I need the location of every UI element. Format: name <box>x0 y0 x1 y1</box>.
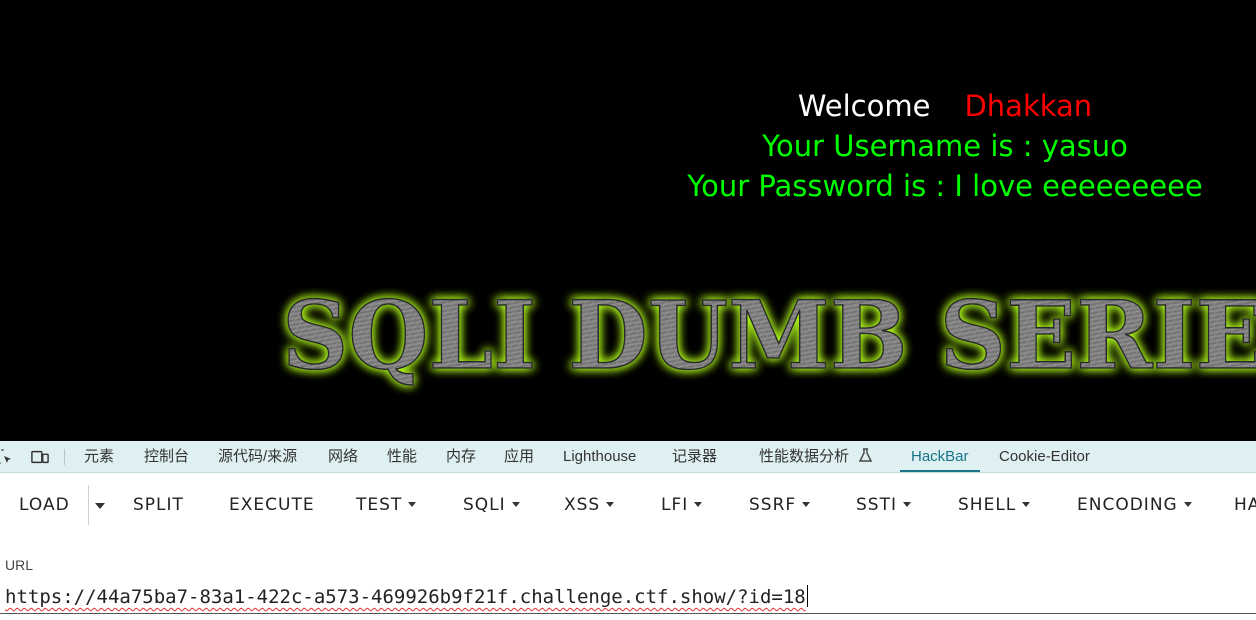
flask-icon <box>859 448 873 462</box>
load-dropdown-icon[interactable] <box>95 503 105 509</box>
load-divider <box>88 485 89 525</box>
caret-down-icon <box>408 502 417 507</box>
lfi-menu-button[interactable]: LFI <box>661 493 703 517</box>
ssti-menu-button[interactable]: SSTI <box>856 493 911 517</box>
tab-performance-insights-label: 性能数据分析 <box>759 448 850 465</box>
ssrf-menu-button[interactable]: SSRF <box>749 493 811 517</box>
tab-console[interactable]: 控制台 <box>144 441 189 472</box>
url-input[interactable]: https://44a75ba7-83a1-422c-a573-469926b9… <box>0 578 1256 614</box>
caret-down-icon <box>1183 502 1192 507</box>
sqli-menu-label: SQLI <box>463 495 506 515</box>
test-menu-label: TEST <box>356 495 403 515</box>
tab-network[interactable]: 网络 <box>328 441 358 472</box>
username-result: Your Username is : yasuo <box>762 129 1128 163</box>
caret-down-icon <box>694 502 703 507</box>
url-value: https://44a75ba7-83a1-422c-a573-469926b9… <box>5 586 806 608</box>
tab-recorder[interactable]: 记录器 <box>672 441 717 472</box>
devtools-separator <box>64 449 65 465</box>
encoding-menu-label: ENCODING <box>1077 495 1178 515</box>
inspect-element-icon[interactable] <box>0 448 14 466</box>
split-button[interactable]: SPLIT <box>133 493 184 517</box>
device-toolbar-icon[interactable] <box>31 448 49 466</box>
execute-button[interactable]: EXECUTE <box>229 493 315 517</box>
password-result: Your Password is : I love eeeeeeeee <box>687 169 1203 203</box>
tab-elements[interactable]: 元素 <box>84 441 114 472</box>
xss-menu-button[interactable]: XSS <box>564 493 615 517</box>
tab-hackbar[interactable]: HackBar <box>900 441 980 472</box>
encoding-menu-button[interactable]: ENCODING <box>1077 493 1192 517</box>
hashing-menu-button[interactable]: HA <box>1234 493 1256 517</box>
sqli-menu-button[interactable]: SQLI <box>463 493 520 517</box>
load-button[interactable]: LOAD <box>19 493 70 517</box>
sqli-dumb-series-banner: SQLI DUMB SERIES <box>281 280 1256 392</box>
caret-down-icon <box>802 502 811 507</box>
welcome-name: Dhakkan <box>964 89 1093 123</box>
welcome-line: Welcome Dhakkan <box>615 86 1256 126</box>
ssrf-menu-label: SSRF <box>749 495 797 515</box>
caret-down-icon <box>902 502 911 507</box>
hackbar-toolbar: LOAD SPLIT EXECUTE TEST SQLI XSS LFI SSR… <box>0 473 1256 537</box>
url-label: URL <box>5 557 34 573</box>
lfi-menu-label: LFI <box>661 495 689 515</box>
test-menu-button[interactable]: TEST <box>356 493 417 517</box>
tab-memory[interactable]: 内存 <box>446 441 476 472</box>
caret-down-icon <box>511 502 520 507</box>
tab-performance[interactable]: 性能 <box>387 441 417 472</box>
tab-sources[interactable]: 源代码/来源 <box>218 441 297 472</box>
web-page-viewport: Welcome Dhakkan Your Username is : yasuo … <box>0 0 1256 441</box>
text-cursor <box>806 585 808 607</box>
screen: Welcome Dhakkan Your Username is : yasuo … <box>0 0 1256 620</box>
tab-application[interactable]: 应用 <box>504 441 534 472</box>
tab-cookie-editor[interactable]: Cookie-Editor <box>999 441 1090 472</box>
tab-lighthouse[interactable]: Lighthouse <box>563 441 636 472</box>
welcome-text: Welcome <box>797 89 931 123</box>
tab-performance-insights[interactable]: 性能数据分析 <box>759 441 873 472</box>
caret-down-icon <box>606 502 615 507</box>
shell-menu-button[interactable]: SHELL <box>958 493 1031 517</box>
banner-text: SQLI DUMB SERIES <box>282 281 1256 391</box>
devtools-tab-bar: 元素 控制台 源代码/来源 网络 性能 内存 应用 Lighthouse 记录器… <box>0 441 1256 473</box>
ssti-menu-label: SSTI <box>856 495 897 515</box>
shell-menu-label: SHELL <box>958 495 1017 515</box>
xss-menu-label: XSS <box>564 495 601 515</box>
caret-down-icon <box>1022 502 1031 507</box>
